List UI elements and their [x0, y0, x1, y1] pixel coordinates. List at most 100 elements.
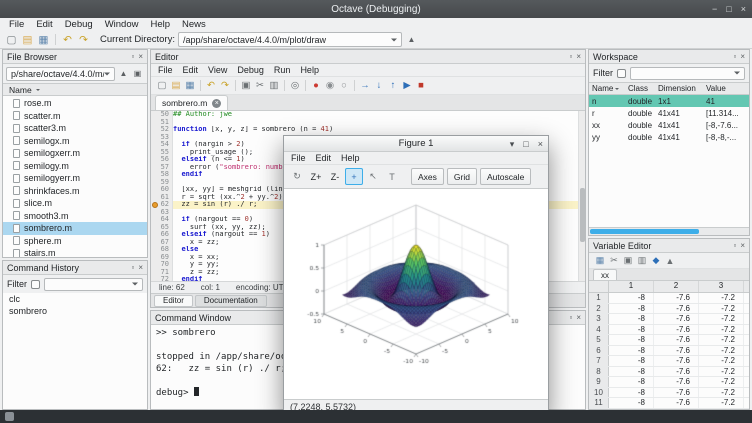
menu-item[interactable]: Edit — [311, 153, 337, 163]
close-icon[interactable]: × — [740, 53, 745, 61]
file-item[interactable]: scatter.m — [3, 110, 147, 123]
one-directory-up-icon[interactable]: ▲ — [117, 67, 130, 80]
breakpoint-icon[interactable] — [152, 202, 158, 208]
undock-icon[interactable]: ▫ — [131, 264, 134, 272]
file-browser-header[interactable]: File Browser ▫× — [3, 50, 147, 64]
file-browser-path-combobox[interactable]: p/share/octave/4.4.0/m/plot/draw — [6, 67, 115, 81]
grid-cell[interactable]: -8 — [609, 377, 654, 387]
menu-item[interactable]: File — [286, 153, 311, 163]
undo-icon[interactable]: ↶ — [204, 79, 218, 93]
file-item[interactable]: semilogyerr.m — [3, 172, 147, 185]
grid-row-header[interactable]: 4 — [589, 325, 609, 335]
line-number[interactable]: 72 — [151, 276, 173, 281]
taskbar[interactable] — [0, 410, 752, 423]
file-item[interactable]: slice.m — [3, 197, 147, 210]
menu-item[interactable]: Help — [144, 19, 176, 30]
file-item[interactable]: sombrero.m — [3, 222, 147, 235]
grid-cell[interactable]: -7.2 — [699, 293, 744, 303]
editor-bottom-tab[interactable]: Editor — [154, 295, 193, 307]
redo-icon[interactable]: ↷ — [76, 32, 91, 47]
menu-item[interactable]: Edit — [178, 65, 204, 75]
workspace-hscrollbar[interactable] — [589, 227, 749, 235]
shade-icon[interactable]: ▾ — [510, 139, 515, 150]
browse-directory-icon[interactable]: ▣ — [131, 67, 144, 80]
code-line[interactable]: 50## Author: jwe — [151, 111, 585, 119]
new-script-icon[interactable]: ▢ — [4, 32, 19, 47]
select-tool-icon[interactable]: ↖ — [364, 168, 382, 185]
maximize-icon[interactable]: □ — [726, 4, 731, 14]
workspace-column-header[interactable]: Class — [625, 84, 655, 93]
editor-scrollbar[interactable] — [578, 111, 585, 281]
grid-cell[interactable]: -7.6 — [654, 377, 699, 387]
variable-tab-xx[interactable]: xx — [593, 269, 617, 280]
pan-tool-icon[interactable]: + — [345, 168, 363, 185]
figure-plot-canvas[interactable] — [284, 189, 548, 399]
grid-cell[interactable]: -8 — [609, 367, 654, 377]
variable-editor-header[interactable]: Variable Editor ▫× — [589, 239, 749, 253]
open-file-icon[interactable]: ▤ — [169, 79, 183, 93]
grid-row-header[interactable]: 7 — [589, 356, 609, 366]
grid-cell[interactable]: -7.2 — [699, 325, 744, 335]
cut-icon[interactable]: ✂ — [607, 254, 621, 267]
editor-header[interactable]: Editor ▫× — [151, 50, 585, 64]
menu-item[interactable]: File — [3, 19, 30, 30]
filter-checkbox[interactable] — [31, 280, 40, 289]
workspace-row[interactable]: ndouble1x141 — [589, 95, 749, 107]
grid-row-header[interactable]: 2 — [589, 304, 609, 314]
menu-item[interactable]: Debug — [59, 19, 99, 30]
code-line[interactable]: 51 — [151, 119, 585, 127]
grid-row-header[interactable]: 5 — [589, 335, 609, 345]
workspace-column-header[interactable]: Dimension — [655, 84, 703, 93]
close-icon[interactable]: × — [538, 139, 543, 149]
cut-icon[interactable]: ✂ — [253, 79, 267, 93]
grid-cell[interactable]: -7.6 — [654, 398, 699, 408]
file-item[interactable]: semilogx.m — [3, 135, 147, 148]
close-icon[interactable]: × — [576, 314, 581, 322]
rotate-tool-icon[interactable]: ↻ — [288, 168, 306, 185]
grid-row-header[interactable]: 3 — [589, 314, 609, 324]
workspace-column-header[interactable]: Name — [589, 84, 625, 93]
grid-cell[interactable]: -7.2 — [699, 314, 744, 324]
grid-column-header[interactable]: 2 — [654, 281, 699, 292]
file-item[interactable]: shrinkfaces.m — [3, 185, 147, 198]
file-item[interactable]: scatter3.m — [3, 122, 147, 135]
paste-icon[interactable]: ▥ — [635, 254, 649, 267]
filter-combobox[interactable] — [630, 67, 745, 80]
grid-cell[interactable]: -7.6 — [654, 388, 699, 398]
code-line[interactable]: 52function [x, y, z] = sombrero (n = 41) — [151, 126, 585, 134]
grid-column-header[interactable]: 3 — [699, 281, 744, 292]
grid-cell[interactable]: -7.2 — [699, 367, 744, 377]
zoom-out-tool[interactable]: Z- — [326, 168, 344, 185]
file-item[interactable]: semilogxerr.m — [3, 147, 147, 160]
grid-cell[interactable]: -7.2 — [699, 346, 744, 356]
grid-cell[interactable]: -7.6 — [654, 293, 699, 303]
file-item[interactable]: rose.m — [3, 97, 147, 110]
close-icon[interactable]: × — [741, 4, 746, 14]
grid-cell[interactable]: -7.6 — [654, 314, 699, 324]
grid-cell[interactable]: -7.2 — [699, 356, 744, 366]
menu-item[interactable]: Help — [336, 153, 365, 163]
history-item[interactable]: clc — [3, 293, 147, 305]
close-icon[interactable]: × — [740, 242, 745, 250]
file-item[interactable]: stairs.m — [3, 247, 147, 257]
grid-row-header[interactable]: 8 — [589, 367, 609, 377]
grid-cell[interactable]: -7.6 — [654, 367, 699, 377]
workspace-row[interactable]: xxdouble41x41[-8,-7.6... — [589, 119, 749, 131]
text-tool-icon[interactable]: T — [383, 168, 401, 185]
undo-icon[interactable]: ↶ — [60, 32, 75, 47]
open-file-icon[interactable]: ▤ — [20, 32, 35, 47]
command-history-header[interactable]: Command History ▫× — [3, 261, 147, 275]
menu-item[interactable]: Window — [99, 19, 145, 30]
grid-cell[interactable]: -7.2 — [699, 409, 744, 410]
current-directory-combobox[interactable]: /app/share/octave/4.4.0/m/plot/draw — [178, 32, 402, 47]
grid-cell[interactable]: -8 — [609, 325, 654, 335]
next-breakpoint-icon[interactable]: ◉ — [323, 79, 337, 93]
editor-tab-sombrero[interactable]: sombrero.m × — [155, 95, 228, 110]
chevron-down-icon[interactable] — [132, 283, 138, 289]
menu-item[interactable]: View — [203, 65, 232, 75]
figure-titlebar[interactable]: Figure 1 ▾□× — [284, 136, 548, 152]
grid-row-header[interactable]: 11 — [589, 398, 609, 408]
grid-cell[interactable]: -8 — [609, 304, 654, 314]
grid-cell[interactable]: -7.6 — [654, 304, 699, 314]
grid-cell[interactable]: -7.2 — [699, 388, 744, 398]
